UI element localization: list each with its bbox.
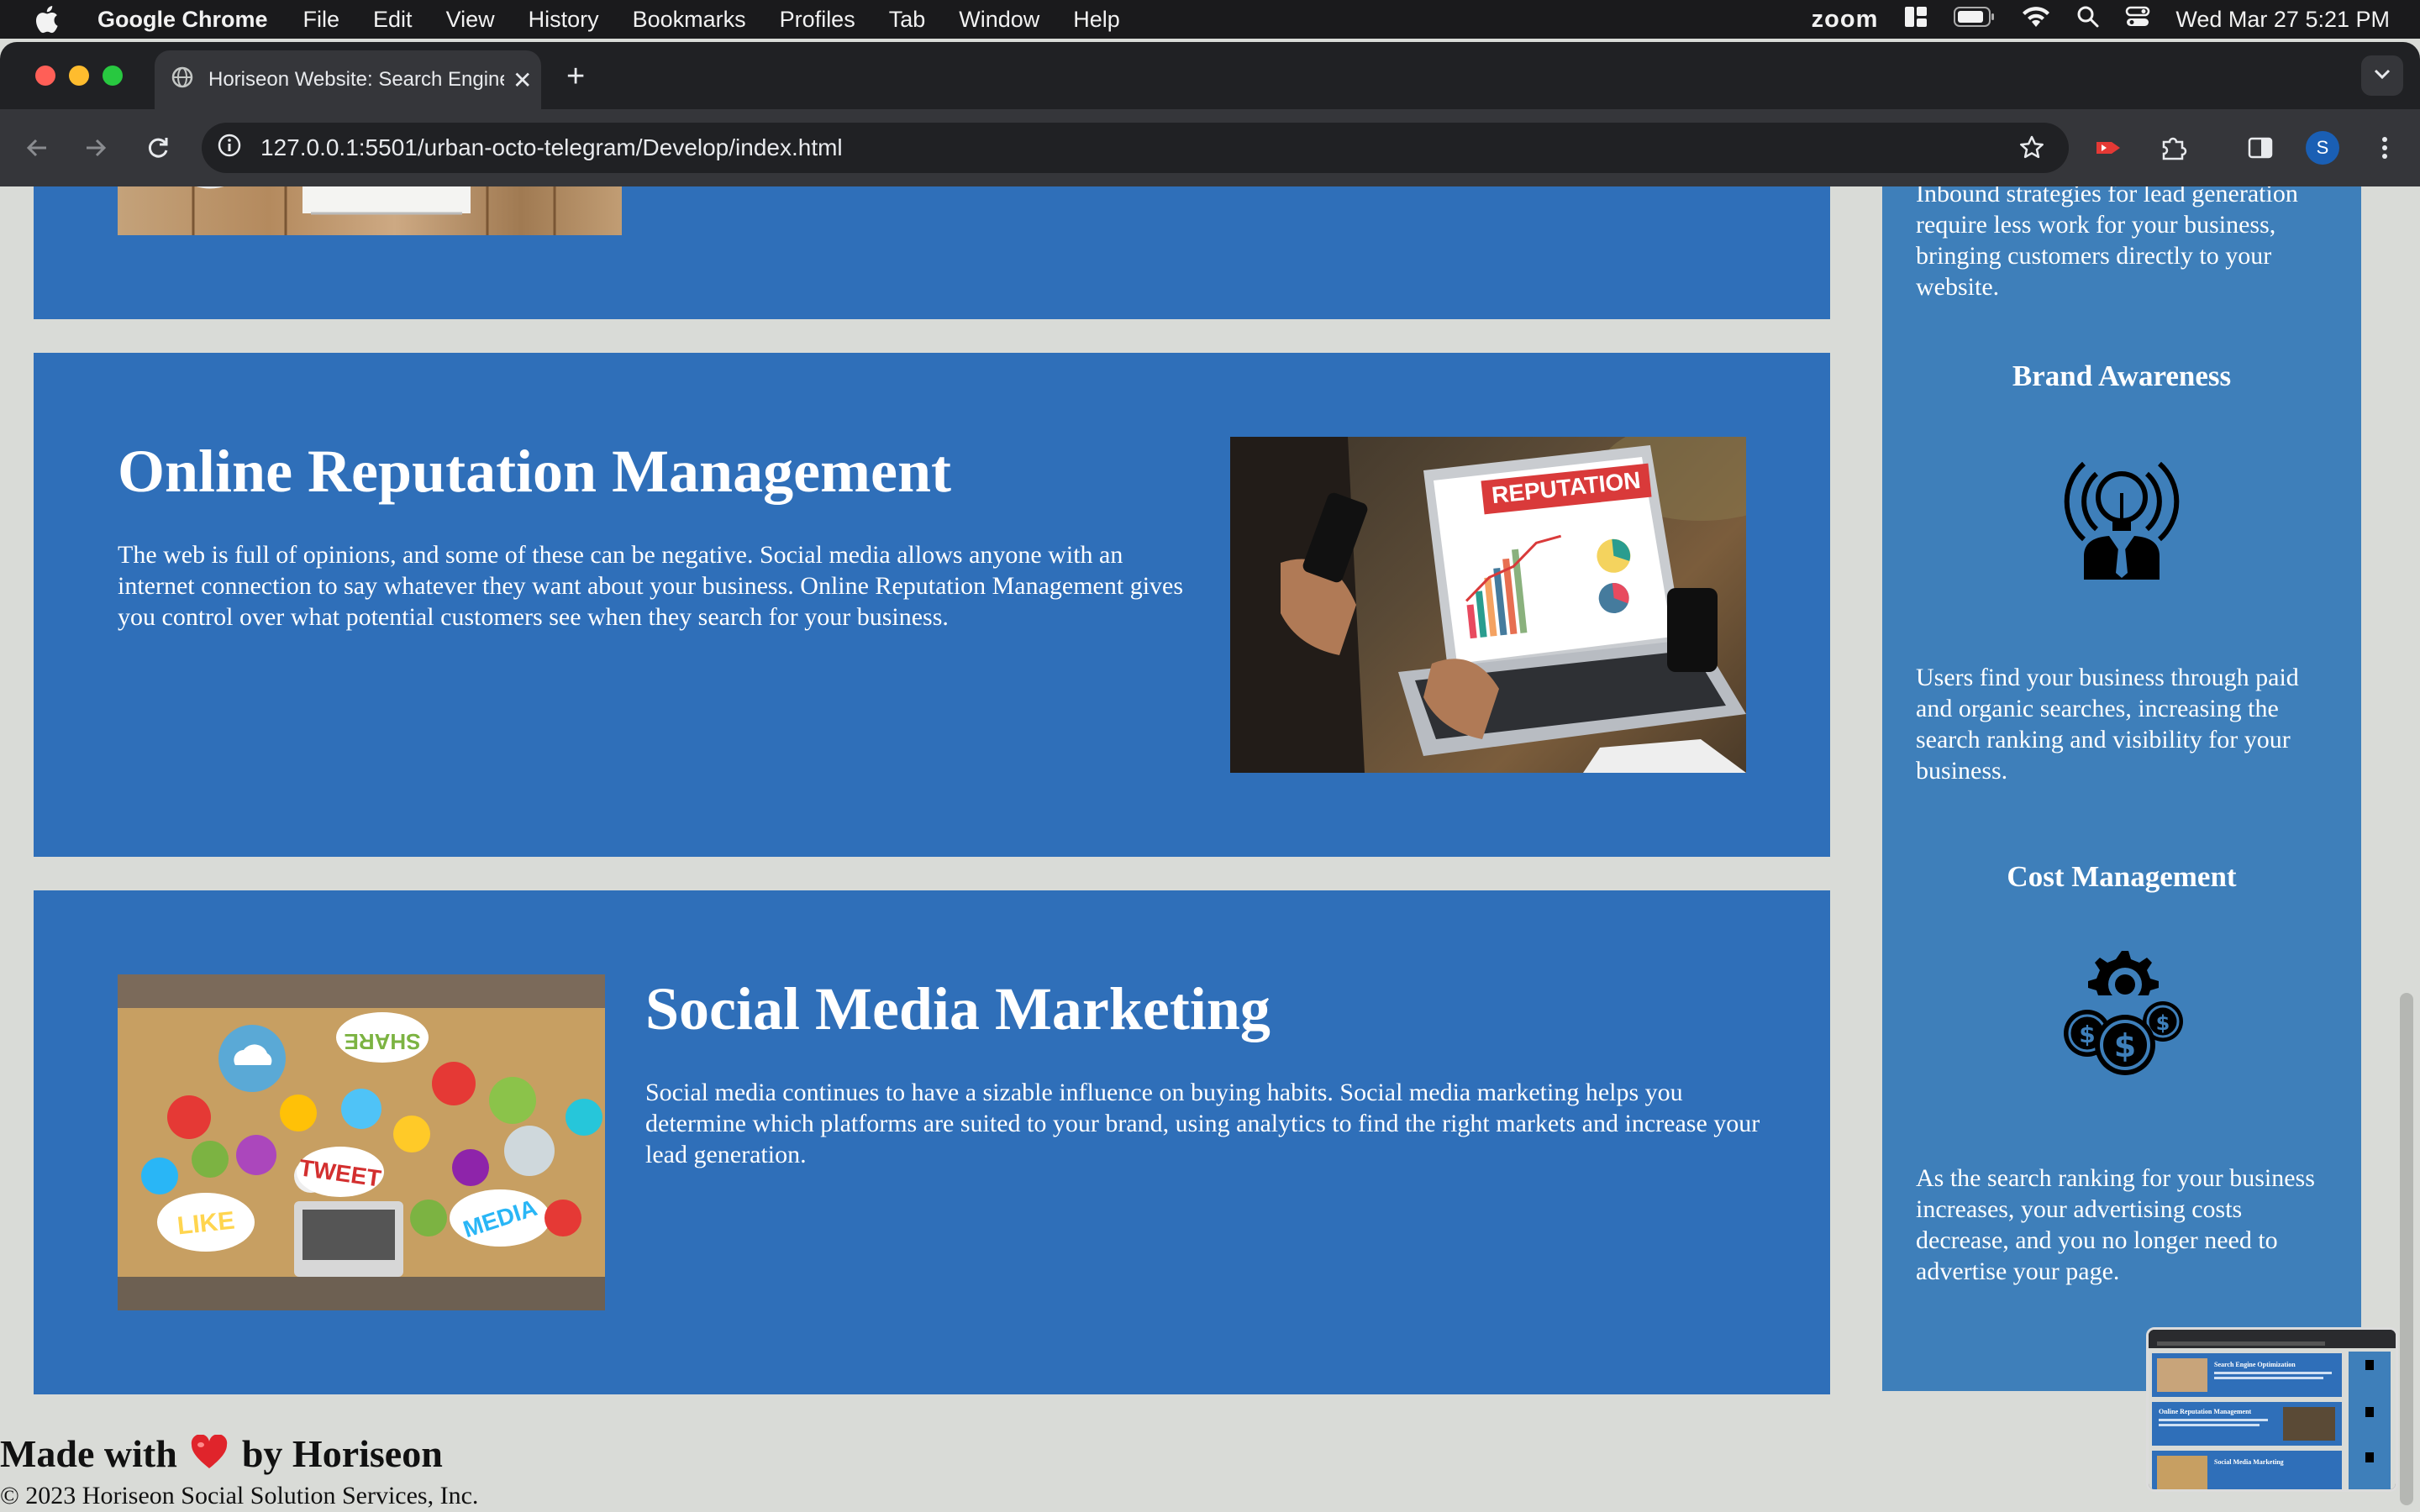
tab-search-button[interactable] <box>2361 55 2403 96</box>
thumb-label-social: Social Media Marketing <box>2214 1458 2284 1466</box>
menu-help[interactable]: Help <box>1073 7 1120 33</box>
social-heading: Social Media Marketing <box>645 975 1270 1042</box>
cost-management-icon: $ $ $ <box>2059 948 2185 1082</box>
menu-app-name[interactable]: Google Chrome <box>97 7 268 33</box>
social-text: Social media continues to have a sizable… <box>645 1079 1760 1168</box>
control-center-icon[interactable] <box>2125 5 2150 34</box>
status-area: zoom Wed Mar 27 5:21 PM <box>1812 0 2390 39</box>
footer-made-suffix: by Horiseon <box>241 1432 443 1475</box>
battery-icon[interactable] <box>1954 6 1996 34</box>
window-zoom-button[interactable] <box>103 66 123 86</box>
apple-icon[interactable] <box>34 5 60 34</box>
url-text[interactable]: 127.0.0.1:5501/urban-octo-telegram/Devel… <box>260 134 843 161</box>
menu-tab[interactable]: Tab <box>889 7 926 33</box>
seo-card <box>34 186 1830 319</box>
reputation-image: REPUTATION <box>1230 437 1746 773</box>
site-info-icon[interactable] <box>217 133 242 164</box>
seo-image <box>118 186 622 235</box>
svg-text:$: $ <box>2156 1011 2170 1035</box>
lead-generation-text: Inbound strategies for lead generation r… <box>1916 186 2298 301</box>
bookmark-star-icon[interactable] <box>2018 134 2045 167</box>
benefits-sidebar: Inbound strategies for lead generation r… <box>1882 186 2361 1391</box>
social-image: SHARE TWEET LIKE MEDIA <box>118 974 605 1310</box>
menu-history[interactable]: History <box>529 7 599 33</box>
menu-window[interactable]: Window <box>959 7 1039 33</box>
more-menu-icon[interactable] <box>2368 131 2402 165</box>
extensions-puzzle-icon[interactable] <box>2156 131 2190 165</box>
clock[interactable]: Wed Mar 27 5:21 PM <box>2175 7 2390 33</box>
heart-icon <box>190 1434 229 1479</box>
page-viewport: Online Reputation Management The web is … <box>0 186 2420 1512</box>
page-scrollbar-thumb[interactable] <box>2400 993 2413 1505</box>
new-tab-button[interactable]: + <box>566 59 585 95</box>
brand-awareness-text: Users find your business through paid an… <box>1916 664 2299 785</box>
cost-management-heading: Cost Management <box>2007 860 2237 893</box>
menu-file[interactable]: File <box>303 7 340 33</box>
spotlight-search-icon[interactable] <box>2076 5 2100 34</box>
forward-button[interactable] <box>79 131 113 165</box>
cost-management-text: As the search ranking for your business … <box>1916 1164 2315 1285</box>
stage-manager-icon[interactable] <box>1903 4 1928 35</box>
menu-view[interactable]: View <box>446 7 495 33</box>
profile-avatar[interactable]: S <box>2306 131 2339 165</box>
chevron-down-icon <box>2373 68 2391 84</box>
social-card: SHARE TWEET LIKE MEDIA Social Media Mark… <box>34 890 1830 1394</box>
reload-button[interactable] <box>141 131 175 165</box>
tab-close-icon[interactable]: ✕ <box>513 66 532 94</box>
side-panel-icon[interactable] <box>2244 131 2277 165</box>
tab-title: Horiseon Website: Search Engine Optimiza… <box>208 68 504 91</box>
footer-made-prefix: Made with <box>0 1432 177 1475</box>
social-image-word-share: SHARE <box>344 1029 420 1054</box>
footer-copyright: © 2023 Horiseon Social Solution Services… <box>0 1482 479 1509</box>
menu-profiles[interactable]: Profiles <box>780 7 855 33</box>
menu-edit[interactable]: Edit <box>373 7 413 33</box>
menu-bookmarks[interactable]: Bookmarks <box>633 7 746 33</box>
brand-awareness-icon <box>2059 447 2185 581</box>
window-minimize-button[interactable] <box>69 66 89 86</box>
svg-text:$: $ <box>2079 1021 2095 1048</box>
wifi-icon[interactable] <box>2021 5 2051 34</box>
address-bar[interactable]: 127.0.0.1:5501/urban-octo-telegram/Devel… <box>202 123 2069 173</box>
footer-heading: Made with by Horiseon <box>0 1431 443 1479</box>
svg-text:$: $ <box>2114 1027 2136 1064</box>
back-button[interactable] <box>20 131 54 165</box>
thumb-label-seo: Search Engine Optimization <box>2214 1361 2296 1368</box>
zoom-status-item[interactable]: zoom <box>1812 6 1879 34</box>
reputation-heading: Online Reputation Management <box>118 438 952 505</box>
macos-menubar: Google Chrome File Edit View History Boo… <box>0 0 2420 39</box>
globe-icon <box>171 66 193 94</box>
reputation-card: Online Reputation Management The web is … <box>34 353 1830 857</box>
brand-awareness-heading: Brand Awareness <box>2012 360 2232 392</box>
browser-tab-active[interactable]: Horiseon Website: Search Engine Optimiza… <box>155 50 541 109</box>
reputation-text: The web is full of opinions, and some of… <box>118 541 1184 631</box>
extension-icon[interactable] <box>2092 131 2126 165</box>
screenshot-thumbnail[interactable]: Search Engine Optimization Online Reputa… <box>2146 1327 2398 1492</box>
thumb-label-reputation: Online Reputation Management <box>2159 1408 2252 1415</box>
window-close-button[interactable] <box>35 66 55 86</box>
